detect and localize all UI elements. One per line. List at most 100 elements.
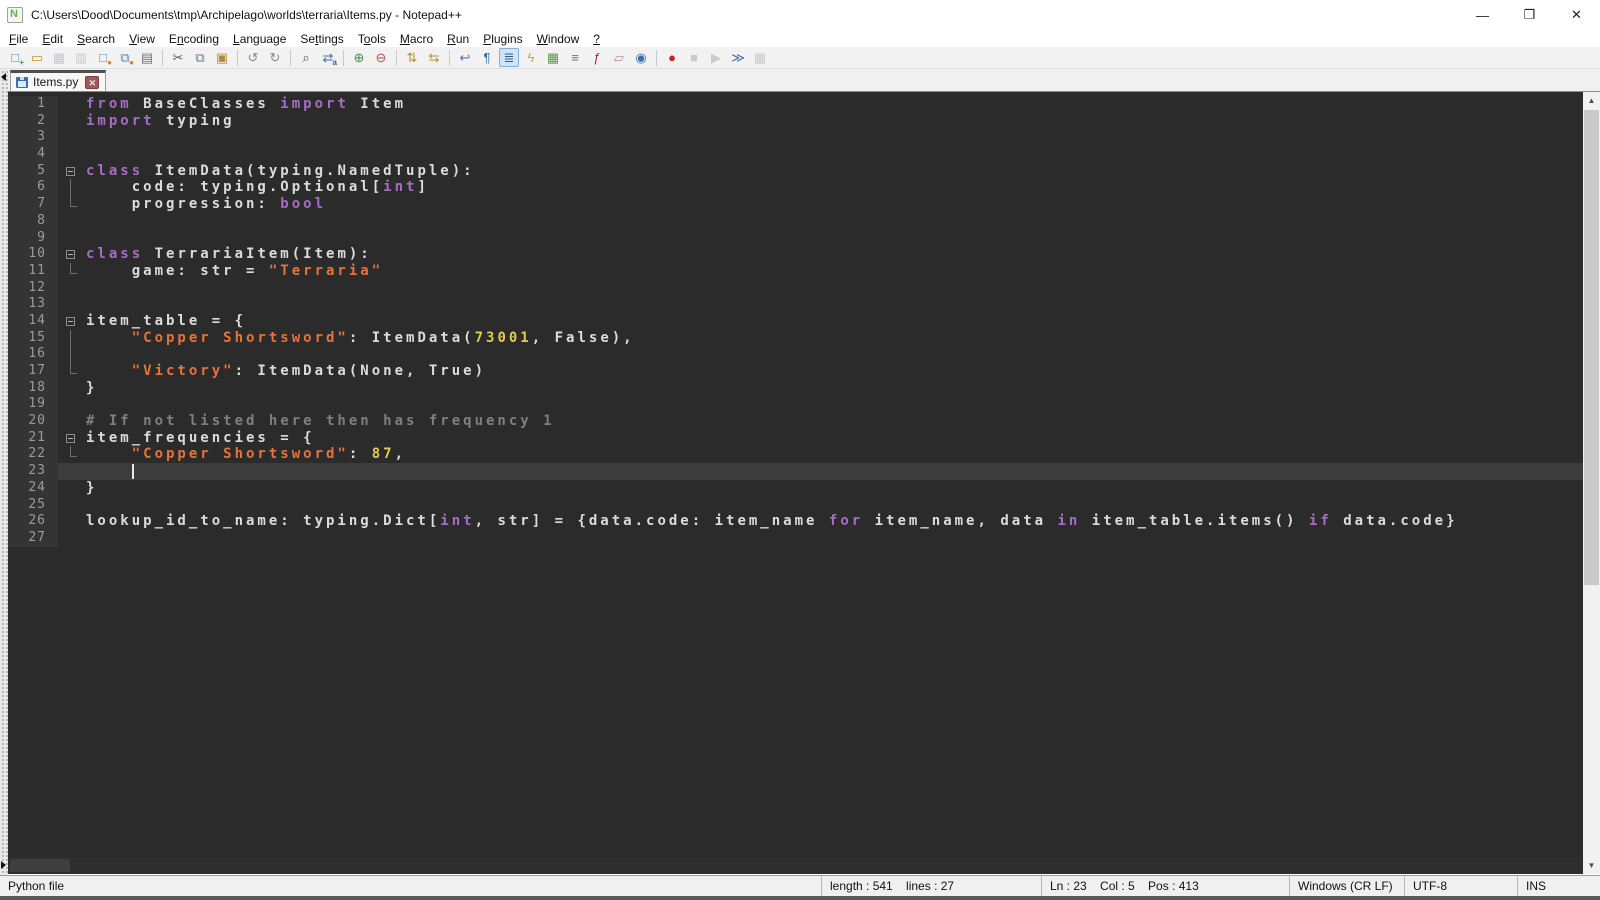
code-text[interactable]: item_frequencies = { xyxy=(84,430,1583,447)
code-text[interactable] xyxy=(84,146,1583,163)
show-indent-guide-icon[interactable]: ≣ xyxy=(499,48,519,67)
code-text[interactable]: class TerrariaItem(Item): xyxy=(84,246,1583,263)
line-number[interactable]: 21 xyxy=(8,430,58,447)
code-text[interactable] xyxy=(84,463,1583,480)
macro-record-icon[interactable]: ● xyxy=(662,48,682,67)
code-editor[interactable]: 1 from BaseClasses import Item 2 import typ… xyxy=(8,92,1583,857)
menu-settings[interactable]: Settings xyxy=(293,31,350,47)
line-number[interactable]: 10 xyxy=(8,246,58,263)
document-map-icon[interactable]: ▦ xyxy=(543,48,563,67)
scroll-down-icon[interactable]: ▼ xyxy=(1583,857,1600,874)
menu-plugins[interactable]: Plugins xyxy=(476,31,529,47)
fold-box-icon[interactable] xyxy=(66,317,75,326)
user-defined-language-icon[interactable]: ϟ xyxy=(521,48,541,67)
line-number[interactable]: 24 xyxy=(8,480,58,497)
code-text[interactable] xyxy=(84,129,1583,146)
redo-icon[interactable]: ↻ xyxy=(265,48,285,67)
line-number[interactable]: 20 xyxy=(8,413,58,430)
code-text[interactable] xyxy=(84,346,1583,363)
tab-close-icon[interactable]: ✕ xyxy=(85,76,99,89)
code-text[interactable] xyxy=(84,213,1583,230)
fold-box-icon[interactable] xyxy=(66,250,75,259)
menu-language[interactable]: Language xyxy=(226,31,293,47)
macro-play-icon[interactable]: ▶ xyxy=(706,48,726,67)
save-file-icon[interactable]: ▦ xyxy=(49,48,69,67)
fold-collapse-icon[interactable] xyxy=(58,430,84,447)
menu-macro[interactable]: Macro xyxy=(393,31,440,47)
code-text[interactable]: lookup_id_to_name: typing.Dict[int, str]… xyxy=(84,513,1583,530)
open-file-icon[interactable]: ▭ xyxy=(27,48,47,67)
fold-collapse-icon[interactable] xyxy=(58,313,84,330)
code-text[interactable]: import typing xyxy=(84,113,1583,130)
fold-box-icon[interactable] xyxy=(66,434,75,443)
menu-tools[interactable]: Tools xyxy=(351,31,393,47)
code-text[interactable]: progression: bool xyxy=(84,196,1583,213)
close-file-icon[interactable]: □● xyxy=(93,48,113,67)
fold-box-icon[interactable] xyxy=(66,167,75,176)
line-number[interactable]: 14 xyxy=(8,313,58,330)
line-number[interactable]: 17 xyxy=(8,363,58,380)
close-all-icon[interactable]: ⧉● xyxy=(115,48,135,67)
line-number[interactable]: 1 xyxy=(8,96,58,113)
dock-splitter[interactable] xyxy=(0,69,8,875)
macro-run-multiple-icon[interactable]: ≫ xyxy=(728,48,748,67)
paste-icon[interactable]: ▣ xyxy=(212,48,232,67)
line-number[interactable]: 3 xyxy=(8,129,58,146)
code-text[interactable]: } xyxy=(84,480,1583,497)
menu-file[interactable]: File xyxy=(2,31,35,47)
show-all-characters-icon[interactable]: ¶ xyxy=(477,48,497,67)
code-text[interactable]: from BaseClasses import Item xyxy=(84,96,1583,113)
macro-stop-icon[interactable]: ■ xyxy=(684,48,704,67)
line-number[interactable]: 23 xyxy=(8,463,58,480)
replace-icon[interactable]: ⇄a xyxy=(318,48,338,67)
sync-horizontal-scrolling-icon[interactable]: ⇆ xyxy=(424,48,444,67)
line-number[interactable]: 4 xyxy=(8,146,58,163)
copy-icon[interactable]: ⧉ xyxy=(190,48,210,67)
menu-encoding[interactable]: Encoding xyxy=(162,31,226,47)
line-number[interactable]: 9 xyxy=(8,230,58,247)
code-text[interactable] xyxy=(84,497,1583,514)
line-number[interactable]: 5 xyxy=(8,163,58,180)
print-icon[interactable]: ▤ xyxy=(137,48,157,67)
undo-icon[interactable]: ↺ xyxy=(243,48,263,67)
code-text[interactable]: "Copper Shortsword": ItemData(73001, Fal… xyxy=(84,330,1583,347)
code-text[interactable]: } xyxy=(84,380,1583,397)
word-wrap-icon[interactable]: ↩ xyxy=(455,48,475,67)
code-text[interactable]: code: typing.Optional[int] xyxy=(84,179,1583,196)
monitoring-eye-icon[interactable]: ◉ xyxy=(631,48,651,67)
vertical-scrollbar[interactable]: ▲ ▼ xyxy=(1583,92,1600,874)
menu-view[interactable]: View xyxy=(122,31,162,47)
line-number[interactable]: 13 xyxy=(8,296,58,313)
save-all-icon[interactable]: ▥ xyxy=(71,48,91,67)
vertical-scrollbar-thumb[interactable] xyxy=(1584,110,1599,585)
code-text[interactable] xyxy=(84,530,1583,547)
line-number[interactable]: 8 xyxy=(8,213,58,230)
line-number[interactable]: 22 xyxy=(8,446,58,463)
line-number[interactable]: 2 xyxy=(8,113,58,130)
new-file-icon[interactable]: □+ xyxy=(5,48,25,67)
code-text[interactable]: game: str = "Terraria" xyxy=(84,263,1583,280)
fold-collapse-icon[interactable] xyxy=(58,246,84,263)
horizontal-scrollbar-thumb[interactable] xyxy=(10,859,70,872)
line-number[interactable]: 25 xyxy=(8,497,58,514)
document-list-icon[interactable]: ≡ xyxy=(565,48,585,67)
close-button[interactable]: ✕ xyxy=(1553,0,1600,30)
fold-collapse-icon[interactable] xyxy=(58,163,84,180)
function-list-icon[interactable]: ƒ xyxy=(587,48,607,67)
menu-help[interactable]: ? xyxy=(586,31,607,47)
code-text[interactable] xyxy=(84,280,1583,297)
minimize-button[interactable]: — xyxy=(1459,0,1506,30)
expand-right-icon[interactable] xyxy=(1,861,6,869)
menu-run[interactable]: Run xyxy=(440,31,476,47)
folder-as-workspace-icon[interactable]: ▱ xyxy=(609,48,629,67)
code-text[interactable]: # If not listed here then has frequency … xyxy=(84,413,1583,430)
line-number[interactable]: 6 xyxy=(8,179,58,196)
maximize-button[interactable]: ❒ xyxy=(1506,0,1553,30)
line-number[interactable]: 11 xyxy=(8,263,58,280)
menu-search[interactable]: Search xyxy=(70,31,122,47)
macro-save-icon[interactable]: ▦ xyxy=(750,48,770,67)
zoom-in-icon[interactable]: ⊕ xyxy=(349,48,369,67)
code-text[interactable]: class ItemData(typing.NamedTuple): xyxy=(84,163,1583,180)
code-text[interactable]: item_table = { xyxy=(84,313,1583,330)
collapse-left-icon[interactable] xyxy=(1,73,6,81)
